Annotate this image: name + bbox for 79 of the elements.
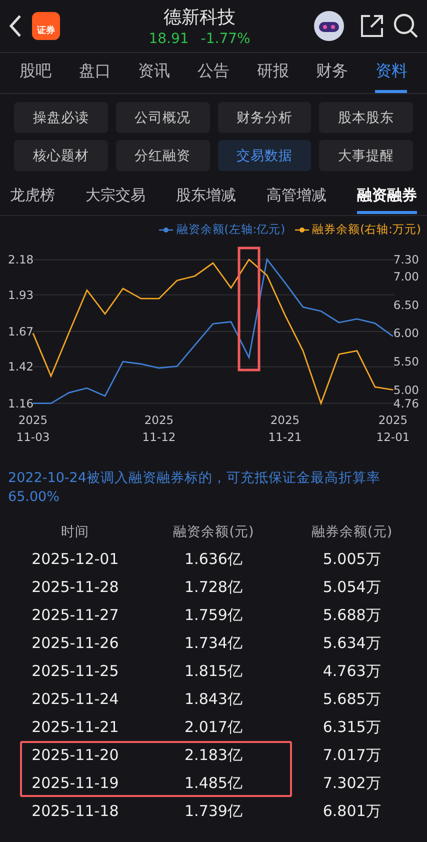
legend-label: 融券余额(右轴:万元)	[312, 222, 421, 237]
table-cell-text: 2025-11-27	[30, 606, 120, 624]
table-cell-text: 7.302万	[322, 774, 382, 792]
table-cell-text: 2025-11-19	[30, 774, 120, 792]
nav-tab[interactable]: 资料	[375, 53, 408, 93]
section-button[interactable]: 交易数据	[218, 140, 312, 171]
table-cell-text: 1.759亿	[184, 606, 244, 624]
table-cell-text: 2025-11-20	[30, 746, 120, 764]
nav-tab[interactable]: 研报	[256, 53, 289, 93]
table-cell-text: 2.017亿	[184, 718, 244, 736]
axis-label: 6.50	[393, 298, 419, 312]
table-cell-text: 1.739亿	[184, 802, 244, 820]
sub-tab[interactable]: 高管增减	[266, 180, 326, 214]
axis-label: 1.67	[8, 324, 34, 338]
axis-label: 4.76	[393, 396, 419, 410]
table-cell-text: 1.815亿	[184, 662, 244, 680]
nav-tab[interactable]: 股吧	[20, 53, 52, 93]
table-cell-text: 2025-11-26	[30, 634, 120, 652]
section-button[interactable]: 操盘必读	[14, 102, 108, 133]
axis-label: 5.00	[393, 382, 419, 397]
axis-label: 2025 11-12	[141, 412, 177, 446]
price-change: -1.77%	[200, 31, 250, 47]
table-cell-text: 2025-11-24	[30, 690, 120, 708]
axis-label: 1.42	[8, 360, 34, 374]
stock-name: 德新科技	[162, 6, 236, 29]
axis-label: 6.00	[393, 326, 419, 340]
table-cell-text: 1.636亿	[184, 550, 244, 568]
sub-tab[interactable]: 融资融券	[357, 180, 417, 214]
axis-label: 7.30	[393, 252, 419, 267]
table-cell-text: 1.485亿	[184, 774, 244, 792]
legend-label: 融资余额(左轴:亿元)	[176, 222, 286, 237]
table-cell-text: 6.315万	[322, 718, 382, 736]
sub-tab[interactable]: 龙虎榜	[10, 180, 55, 214]
table-cell-text: 6.801万	[322, 802, 382, 820]
column-header: 时间	[60, 523, 90, 541]
table-cell-text: 5.688万	[322, 606, 382, 624]
section-button[interactable]: 财务分析	[218, 102, 312, 133]
axis-label: 2025 11-21	[267, 412, 303, 446]
table-cell-text: 4.763万	[322, 662, 382, 680]
table-cell-text: 7.017万	[322, 746, 382, 764]
nav-tab[interactable]: 公告	[197, 53, 230, 93]
search-icon[interactable]	[393, 13, 419, 39]
table-cell-text: 5.685万	[322, 690, 382, 708]
axis-label: 1.93	[8, 288, 34, 302]
table-cell-text: 2025-11-28	[30, 578, 120, 596]
table-cell-text: 5.634万	[322, 634, 382, 652]
section-button[interactable]: 股本股东	[319, 102, 413, 133]
section-button[interactable]: 分红融资	[116, 140, 210, 171]
back-icon[interactable]	[8, 14, 22, 38]
column-header: 融资余额(元)	[172, 523, 255, 541]
table-cell-text: 2025-11-25	[30, 662, 120, 680]
sub-tab[interactable]: 大宗交易	[86, 180, 146, 214]
nav-tab[interactable]: 财务	[316, 53, 348, 93]
sub-tab[interactable]: 股东增减	[176, 180, 236, 214]
axis-label: 7.00	[393, 270, 419, 284]
axis-label: 2.18	[8, 252, 34, 267]
table-cell-text: 1.734亿	[184, 634, 244, 652]
table-cell-text: 5.054万	[322, 578, 382, 596]
nav-tab[interactable]: 盘口	[78, 53, 111, 93]
axis-label: 5.50	[393, 354, 419, 369]
margin-note: 2022-10-24被调入融资融券标的，可充抵保证金最高折算率65.00%	[7, 469, 382, 507]
nav-tab[interactable]: 资讯	[138, 53, 170, 93]
table-cell-text: 1.728亿	[184, 578, 244, 596]
section-button[interactable]: 大事提醒	[319, 140, 413, 171]
table-cell-text: 2025-11-21	[30, 718, 120, 736]
column-header: 融券余额(元)	[310, 523, 394, 541]
section-button[interactable]: 核心题材	[14, 140, 108, 171]
table-cell-text: 2025-12-01	[30, 550, 120, 568]
table-cell-text: 5.005万	[322, 550, 382, 568]
robot-avatar-icon[interactable]	[313, 10, 345, 42]
section-button[interactable]: 公司概况	[116, 102, 210, 133]
table-cell-text: 2025-11-18	[30, 802, 120, 820]
axis-label: 1.16	[8, 396, 34, 410]
axis-label: 2025 11-03	[15, 412, 51, 446]
table-cell-text: 1.843亿	[184, 690, 244, 708]
share-icon[interactable]	[359, 13, 385, 39]
axis-label: 2025 12-01	[375, 412, 411, 446]
stock-price: 18.91	[148, 31, 189, 47]
table-cell-text: 2.183亿	[184, 746, 244, 764]
